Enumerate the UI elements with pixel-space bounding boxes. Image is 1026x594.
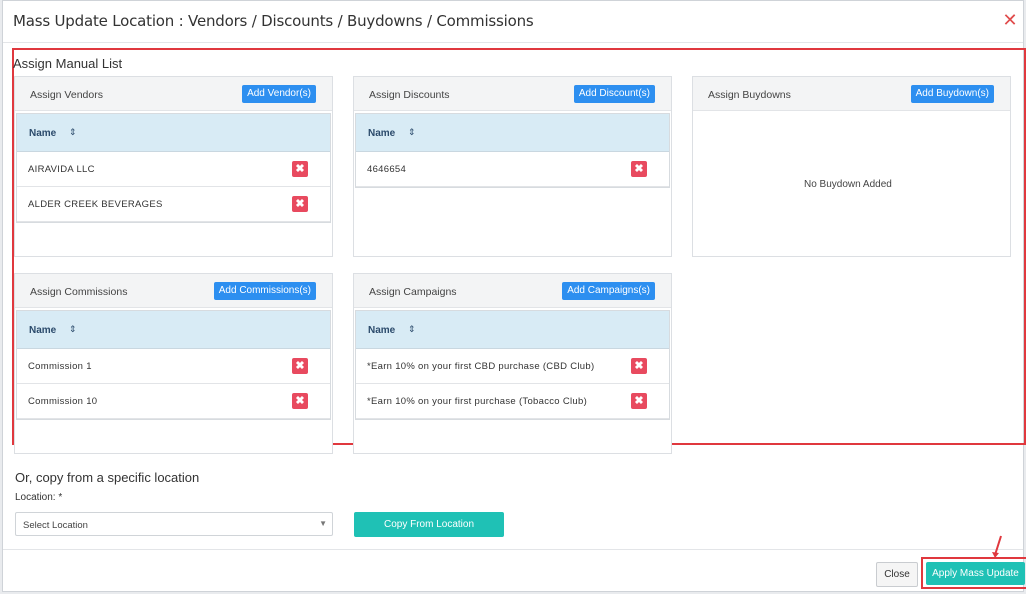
table-row: ALDER CREEK BEVERAGES ✖	[17, 187, 330, 222]
add-discount-button[interactable]: Add Discount(s)	[573, 85, 655, 103]
discount-name: 4646654	[367, 164, 407, 175]
commission-name: Commission 1	[28, 361, 92, 372]
copy-from-location-button[interactable]: Copy From Location	[354, 512, 504, 537]
campaigns-panel-title: Assign Campaigns	[369, 286, 457, 298]
close-icon[interactable]: ✕	[1001, 11, 1019, 29]
sort-icon[interactable]: ⇕	[69, 127, 77, 138]
table-row: Commission 10 ✖	[17, 384, 330, 419]
commissions-panel: Assign Commissions Add Commissions(s) Na…	[14, 273, 333, 454]
vendors-panel: Assign Vendors Add Vendor(s) Name ⇕ AIRA…	[14, 76, 333, 257]
buydowns-panel: Assign Buydowns Add Buydown(s) No Buydow…	[692, 76, 1011, 257]
vendors-panel-title: Assign Vendors	[30, 89, 103, 101]
sort-icon[interactable]: ⇕	[69, 324, 77, 335]
vendor-name: AIRAVIDA LLC	[28, 164, 95, 175]
campaigns-panel: Assign Campaigns Add Campaigns(s) Name ⇕…	[353, 273, 672, 454]
campaigns-panel-header: Assign Campaigns Add Campaigns(s)	[354, 274, 671, 308]
campaigns-table-header[interactable]: Name ⇕	[356, 311, 669, 349]
discounts-panel-title: Assign Discounts	[369, 89, 450, 101]
name-column-header: Name	[368, 325, 396, 336]
location-label: Location: *	[15, 492, 63, 503]
remove-icon[interactable]: ✖	[631, 358, 647, 374]
buydowns-panel-header: Assign Buydowns Add Buydown(s)	[693, 77, 1010, 111]
commission-name: Commission 10	[28, 396, 98, 407]
vendors-panel-header: Assign Vendors Add Vendor(s)	[15, 77, 332, 111]
add-vendor-button[interactable]: Add Vendor(s)	[242, 85, 316, 103]
commissions-panel-header: Assign Commissions Add Commissions(s)	[15, 274, 332, 308]
add-campaigns-button[interactable]: Add Campaigns(s)	[562, 282, 655, 300]
vendors-table-header[interactable]: Name ⇕	[17, 114, 330, 152]
location-select-value: Select Location	[23, 520, 88, 531]
sort-icon[interactable]: ⇕	[408, 324, 416, 335]
apply-mass-update-button[interactable]: Apply Mass Update	[926, 562, 1025, 585]
remove-icon[interactable]: ✖	[292, 358, 308, 374]
discounts-table-header[interactable]: Name ⇕	[356, 114, 669, 152]
table-row: *Earn 10% on your first CBD purchase (CB…	[356, 349, 669, 384]
campaigns-table: Name ⇕ *Earn 10% on your first CBD purch…	[355, 310, 670, 420]
discounts-panel-header: Assign Discounts Add Discount(s)	[354, 77, 671, 111]
sort-icon[interactable]: ⇕	[408, 127, 416, 138]
name-column-header: Name	[29, 128, 57, 139]
campaign-name: *Earn 10% on your first purchase (Tobacc…	[367, 396, 588, 407]
copy-from-location-title: Or, copy from a specific location	[15, 470, 200, 485]
table-row: *Earn 10% on your first purchase (Tobacc…	[356, 384, 669, 419]
remove-icon[interactable]: ✖	[292, 196, 308, 212]
assign-manual-list-title: Assign Manual List	[13, 56, 123, 71]
name-column-header: Name	[29, 325, 57, 336]
commissions-table-header[interactable]: Name ⇕	[17, 311, 330, 349]
name-column-header: Name	[368, 128, 396, 139]
vendors-table: Name ⇕ AIRAVIDA LLC ✖ ALDER CREEK BEVERA…	[16, 113, 331, 223]
remove-icon[interactable]: ✖	[631, 393, 647, 409]
add-commissions-button[interactable]: Add Commissions(s)	[213, 282, 316, 300]
discounts-table: Name ⇕ 4646654 ✖	[355, 113, 670, 188]
commissions-table: Name ⇕ Commission 1 ✖ Commission 10 ✖	[16, 310, 331, 420]
table-row: AIRAVIDA LLC ✖	[17, 152, 330, 187]
discounts-panel: Assign Discounts Add Discount(s) Name ⇕ …	[353, 76, 672, 257]
modal-header: Mass Update Location : Vendors / Discoun…	[3, 1, 1023, 43]
buydowns-panel-title: Assign Buydowns	[708, 89, 791, 101]
vendor-name: ALDER CREEK BEVERAGES	[28, 199, 163, 210]
campaign-name: *Earn 10% on your first CBD purchase (CB…	[367, 361, 595, 372]
remove-icon[interactable]: ✖	[631, 161, 647, 177]
caret-down-icon: ▼	[319, 519, 327, 528]
mass-update-modal: Mass Update Location : Vendors / Discoun…	[2, 0, 1026, 592]
location-select[interactable]: Select Location ▼	[15, 512, 333, 536]
annotation-arrow-icon	[992, 535, 1002, 558]
modal-title: Mass Update Location : Vendors / Discoun…	[13, 12, 534, 30]
add-buydown-button[interactable]: Add Buydown(s)	[910, 85, 994, 103]
footer-divider	[3, 549, 1023, 550]
remove-icon[interactable]: ✖	[292, 161, 308, 177]
buydowns-empty-message: No Buydown Added	[804, 179, 892, 190]
table-row: 4646654 ✖	[356, 152, 669, 187]
table-row: Commission 1 ✖	[17, 349, 330, 384]
close-button[interactable]: Close	[876, 562, 918, 587]
remove-icon[interactable]: ✖	[292, 393, 308, 409]
commissions-panel-title: Assign Commissions	[30, 286, 128, 298]
